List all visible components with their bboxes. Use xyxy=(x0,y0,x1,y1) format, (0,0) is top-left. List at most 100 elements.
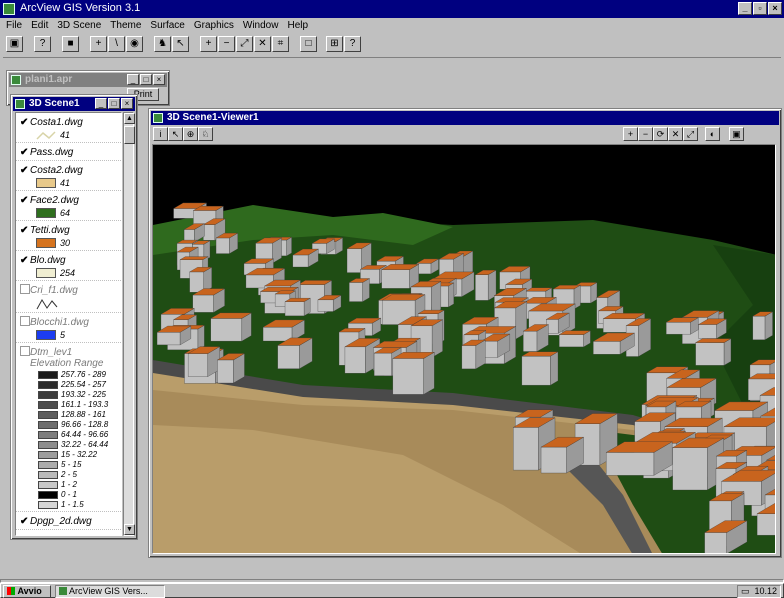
toc-theme-item[interactable]: Blocchi1.dwg 5 xyxy=(16,313,121,343)
zoom-extent-icon[interactable]: ⌗ xyxy=(272,36,289,52)
theme-properties-icon[interactable]: \ xyxy=(108,36,125,52)
elevation-range-label: 2 - 5 xyxy=(61,470,78,479)
toc-theme-item[interactable]: ✔ Costa2.dwg 41 xyxy=(16,161,121,191)
save-project-icon[interactable]: ▣ xyxy=(6,36,23,52)
visibility-checkmark-icon[interactable]: ✔ xyxy=(20,117,30,128)
menu-edit[interactable]: Edit xyxy=(31,19,48,33)
menu-3d-scene[interactable]: 3D Scene xyxy=(57,19,101,33)
info-icon[interactable]: i xyxy=(153,127,168,141)
toc-theme-item[interactable]: ✔ Blo.dwg 254 xyxy=(16,251,121,281)
toc-theme-item[interactable]: ✔ Pass.dwg xyxy=(16,143,121,161)
symbol-swatch xyxy=(36,238,56,248)
menu-theme[interactable]: Theme xyxy=(110,19,141,33)
3d-scene-viewport[interactable] xyxy=(152,144,776,554)
building-face xyxy=(344,346,366,374)
toc-theme-item[interactable]: ✔ Face2.dwg 64 xyxy=(16,191,121,221)
toc-title-bar[interactable]: 3D Scene1 _ □ × xyxy=(13,97,135,111)
edit-legend-icon[interactable]: ◉ xyxy=(126,36,143,52)
building-face xyxy=(559,334,584,348)
view-window-icon[interactable]: □ xyxy=(300,36,317,52)
project-window-title-bar[interactable]: plani1.apr _ □ × xyxy=(9,73,167,87)
building-face xyxy=(475,274,489,301)
empty-checkbox-icon[interactable] xyxy=(20,284,30,294)
viewer-zoom-in-icon[interactable]: + xyxy=(623,127,638,141)
properties-icon[interactable]: ? xyxy=(34,36,51,52)
taskbar-arcview-button[interactable]: ArcView GIS Vers... xyxy=(55,585,165,598)
elevation-legend-row: 128.88 - 161 xyxy=(38,410,121,419)
visibility-checkmark-icon[interactable]: ✔ xyxy=(20,147,30,158)
overview-icon[interactable]: ⊞ xyxy=(326,36,343,52)
table-of-contents[interactable]: ✔ Costa1.dwg 41 ✔ Pass.dwg ✔ Costa2.dwg 41 ✔ Face… xyxy=(15,112,122,536)
toc-theme-item[interactable]: Dtm_lev1 Elevation Range 257.76 - 289 225.5… xyxy=(16,343,121,512)
zoom-in-icon[interactable]: + xyxy=(200,36,217,52)
start-button[interactable]: Avvio xyxy=(3,585,51,598)
toc-maximize-button[interactable]: □ xyxy=(108,98,120,109)
empty-checkbox-icon[interactable] xyxy=(20,346,30,356)
scroll-thumb[interactable] xyxy=(124,126,135,144)
print-icon[interactable]: ■ xyxy=(62,36,79,52)
building-face xyxy=(606,452,655,476)
visibility-checkmark-icon[interactable]: ✔ xyxy=(20,516,30,527)
navigate-icon[interactable]: ♞ xyxy=(154,36,171,52)
help-pointer-icon[interactable]: ? xyxy=(344,36,361,52)
building-face xyxy=(392,358,424,395)
building-face xyxy=(197,325,205,351)
menu-window[interactable]: Window xyxy=(243,19,279,33)
viewer-fly-icon[interactable]: ✕ xyxy=(668,127,683,141)
theme-name: Face2.dwg xyxy=(30,195,79,206)
add-theme-icon[interactable]: + xyxy=(90,36,107,52)
project-minimize-button[interactable]: _ xyxy=(127,74,139,85)
symbol-swatch xyxy=(36,178,56,188)
visibility-checkbox[interactable] xyxy=(20,346,30,358)
visibility-checkmark-icon[interactable]: ✔ xyxy=(20,225,30,236)
scene-toc-window[interactable]: 3D Scene1 _ □ × ✔ Costa1.dwg 41 ✔ Pass.dwg ✔ C… xyxy=(10,94,138,540)
identify-icon[interactable]: ♘ xyxy=(198,127,213,141)
scroll-down-arrow-icon[interactable]: ▼ xyxy=(124,524,135,535)
minimize-button[interactable]: _ xyxy=(738,2,752,15)
app-title-bar[interactable]: ArcView GIS Version 3.1 _ ▫ × xyxy=(0,0,784,18)
menu-help[interactable]: Help xyxy=(287,19,308,33)
visibility-checkmark-icon[interactable]: ✔ xyxy=(20,165,30,176)
visibility-checkbox[interactable] xyxy=(20,284,30,296)
toc-theme-item[interactable]: ✔ Dpgp_2d.dwg xyxy=(16,512,121,530)
empty-checkbox-icon[interactable] xyxy=(20,316,30,326)
visibility-checkbox[interactable] xyxy=(20,316,30,328)
scene-viewer-window[interactable]: 3D Scene1-Viewer1 i ↖ ⊕ ♘ + − ⟳ ✕ ⤢ ◐ ▣ xyxy=(148,108,782,558)
visibility-checkmark-icon[interactable]: ✔ xyxy=(20,255,30,266)
zoom-out-icon[interactable]: − xyxy=(218,36,235,52)
elevation-legend-row: 64.44 - 96.66 xyxy=(38,430,121,439)
elevation-range-label: 15 - 32.22 xyxy=(61,450,98,459)
toc-theme-item[interactable]: ✔ Costa1.dwg 41 xyxy=(16,113,121,143)
viewer-full-extent-icon[interactable]: ⤢ xyxy=(683,127,698,141)
viewer-zoom-out-icon[interactable]: − xyxy=(638,127,653,141)
building-face xyxy=(461,345,476,370)
project-maximize-button[interactable]: □ xyxy=(140,74,152,85)
zoom-icon[interactable]: ⊕ xyxy=(183,127,198,141)
menu-surface[interactable]: Surface xyxy=(150,19,184,33)
select-icon[interactable]: ↖ xyxy=(172,36,189,52)
elevation-swatch xyxy=(38,460,58,469)
elevation-legend-row: 1 - 2 xyxy=(38,480,121,489)
zoom-full-icon[interactable]: ⤢ xyxy=(236,36,253,52)
viewer-rotate-icon[interactable]: ⟳ xyxy=(653,127,668,141)
maximize-button[interactable]: ▫ xyxy=(753,2,767,15)
pan-icon[interactable]: ↖ xyxy=(168,127,183,141)
toc-theme-item[interactable]: Cri_f1.dwg xyxy=(16,281,121,313)
project-close-button[interactable]: × xyxy=(153,74,165,85)
zoom-selected-icon[interactable]: ✕ xyxy=(254,36,271,52)
toc-scrollbar[interactable]: ▲ ▼ xyxy=(123,112,135,536)
building-face xyxy=(286,236,292,257)
viewer-properties-icon[interactable]: ▣ xyxy=(729,127,744,141)
menu-file[interactable]: File xyxy=(6,19,22,33)
toc-theme-item[interactable]: ✔ Tetti.dwg 30 xyxy=(16,221,121,251)
viewer-title-bar[interactable]: 3D Scene1-Viewer1 xyxy=(151,111,779,125)
arcview-app-icon xyxy=(3,3,15,15)
toc-close-button[interactable]: × xyxy=(121,98,133,109)
viewer-navigate-icon[interactable]: ◐ xyxy=(705,127,720,141)
menu-graphics[interactable]: Graphics xyxy=(194,19,234,33)
toc-minimize-button[interactable]: _ xyxy=(95,98,107,109)
close-button[interactable]: × xyxy=(768,2,782,15)
elevation-legend-row: 0 - 1 xyxy=(38,490,121,499)
scroll-up-arrow-icon[interactable]: ▲ xyxy=(124,113,135,124)
visibility-checkmark-icon[interactable]: ✔ xyxy=(20,195,30,206)
